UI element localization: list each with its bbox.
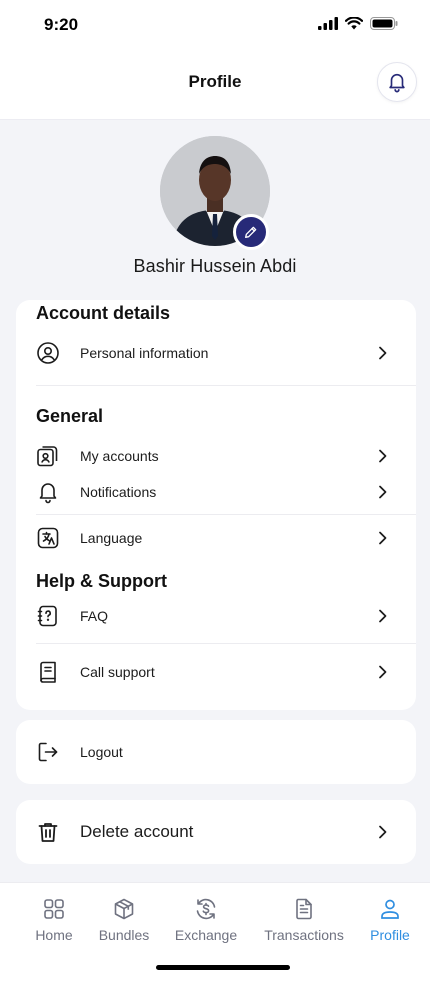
bottom-nav: Home Bundles Exchange Transactions Profi… xyxy=(0,882,430,994)
person-icon xyxy=(381,899,399,919)
divider xyxy=(36,385,416,386)
menu-item-label: Notifications xyxy=(80,484,157,500)
edit-photo-button[interactable] xyxy=(233,214,269,250)
battery-icon xyxy=(370,17,398,30)
user-circle-icon xyxy=(36,341,60,365)
chevron-right-icon xyxy=(379,609,387,623)
settings-card: Account details Personal information Gen… xyxy=(16,300,416,710)
call-support-icon xyxy=(36,660,60,684)
header: Profile xyxy=(0,50,430,120)
page-title: Profile xyxy=(188,72,242,91)
nav-label: Profile xyxy=(370,927,410,943)
menu-item-faq[interactable]: FAQ xyxy=(16,598,416,634)
nav-label: Home xyxy=(35,927,73,943)
user-name: Bashir Hussein Abdi xyxy=(133,256,297,276)
box-icon xyxy=(114,898,134,920)
menu-item-label: My accounts xyxy=(80,448,159,464)
nav-item-transactions[interactable]: Transactions xyxy=(258,897,350,943)
chevron-right-icon xyxy=(379,449,387,463)
chevron-right-icon xyxy=(379,825,387,839)
logout-row: Logout xyxy=(16,734,416,770)
bell-icon xyxy=(36,480,60,504)
nav-label: Bundles xyxy=(98,927,150,943)
translate-icon xyxy=(36,526,60,550)
menu-item-my-accounts[interactable]: My accounts xyxy=(16,438,416,474)
exchange-icon xyxy=(196,898,216,920)
section-title-help-support: Help & Support xyxy=(36,571,167,591)
signal-icon xyxy=(318,17,338,30)
accounts-icon xyxy=(36,444,60,468)
menu-item-label: Language xyxy=(80,530,143,546)
menu-item-label: Personal information xyxy=(80,345,209,361)
notifications-button[interactable] xyxy=(377,62,417,102)
logout-label: Logout xyxy=(80,744,123,760)
section-title-general: General xyxy=(36,406,104,426)
nav-item-exchange[interactable]: Exchange xyxy=(172,897,240,943)
menu-item-label: FAQ xyxy=(80,608,109,624)
home-indicator xyxy=(156,965,290,970)
nav-label: Exchange xyxy=(174,927,238,943)
home-grid-icon xyxy=(44,899,64,919)
menu-item-label: Call support xyxy=(80,664,155,680)
divider xyxy=(36,643,416,644)
divider xyxy=(36,514,416,515)
trash-icon xyxy=(36,820,60,844)
chevron-right-icon xyxy=(379,665,387,679)
document-icon xyxy=(296,898,312,920)
nav-item-bundles[interactable]: Bundles xyxy=(94,897,154,943)
menu-item-personal-information[interactable]: Personal information xyxy=(16,335,416,371)
logout-icon xyxy=(36,740,60,764)
faq-icon xyxy=(36,604,60,628)
delete-account-button[interactable]: Delete account xyxy=(16,800,416,864)
nav-item-profile[interactable]: Profile xyxy=(366,897,414,943)
menu-item-notifications[interactable]: Notifications xyxy=(16,474,416,510)
menu-item-language[interactable]: Language xyxy=(16,520,416,556)
chevron-right-icon xyxy=(379,346,387,360)
logout-button[interactable]: Logout xyxy=(16,720,416,784)
wifi-icon xyxy=(345,17,363,30)
delete-account-label: Delete account xyxy=(80,822,194,841)
section-title-account-details: Account details xyxy=(36,303,171,323)
pencil-icon xyxy=(245,226,257,238)
status-time: 9:20 xyxy=(44,15,79,34)
nav-item-home[interactable]: Home xyxy=(32,897,76,943)
status-icons xyxy=(318,17,398,30)
delete-account-row: Delete account xyxy=(16,814,416,850)
chevron-right-icon xyxy=(379,485,387,499)
status-bar: 9:20 xyxy=(0,0,430,50)
menu-item-call-support[interactable]: Call support xyxy=(16,654,416,690)
nav-label: Transactions xyxy=(264,927,344,943)
bell-icon xyxy=(389,73,405,93)
chevron-right-icon xyxy=(379,531,387,545)
